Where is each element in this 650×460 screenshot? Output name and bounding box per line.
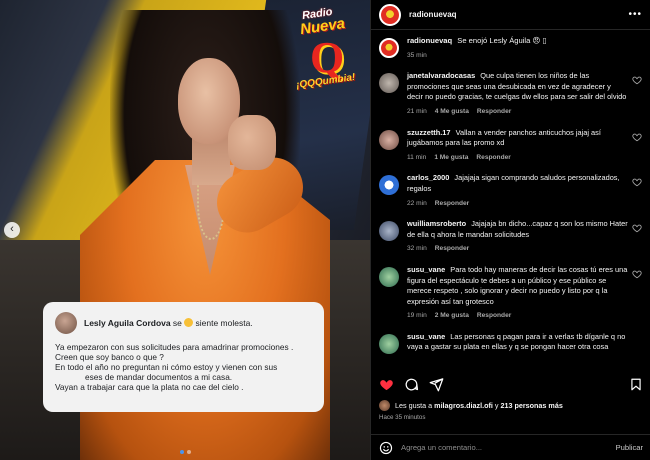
fb-line: eses de mandar documentos a mi casa. bbox=[85, 372, 233, 382]
carousel-dot bbox=[187, 450, 191, 454]
facebook-post-screenshot: Lesly Aguila Cordova se siente molesta. … bbox=[43, 302, 324, 412]
emoji-icon[interactable] bbox=[379, 441, 393, 455]
reply-button[interactable]: Responder bbox=[477, 107, 511, 118]
heart-icon[interactable] bbox=[632, 132, 642, 142]
comment-input[interactable] bbox=[401, 443, 608, 452]
caption-user[interactable]: radionuevaq bbox=[407, 36, 452, 45]
caption-time: 35 min bbox=[407, 51, 427, 59]
comment-time: 11 min bbox=[407, 153, 427, 161]
share-icon[interactable] bbox=[429, 377, 444, 392]
comment-item: szuzzetth.17 Vallan a vender panchos ant… bbox=[379, 128, 642, 164]
post-date: Hace 35 minutos bbox=[379, 414, 426, 421]
fb-line: En todo el año no preguntan ni cómo esto… bbox=[55, 362, 278, 372]
fb-feeling-prefix: se bbox=[172, 318, 182, 328]
fb-line: Creen que soy banco o que ? bbox=[55, 352, 164, 362]
comment-item: janetalvaradocasas Que culpa tienen los … bbox=[379, 71, 642, 117]
comment-user[interactable]: janetalvaradocasas bbox=[407, 71, 475, 80]
reply-button[interactable]: Responder bbox=[435, 244, 469, 255]
reply-button[interactable]: Responder bbox=[476, 153, 510, 164]
comment-user[interactable]: susu_vane bbox=[407, 332, 445, 341]
avatar[interactable] bbox=[379, 266, 399, 287]
likes-prefix: Les gusta a bbox=[395, 401, 433, 410]
carousel-dot-active bbox=[180, 450, 184, 454]
reply-button[interactable]: Responder bbox=[435, 199, 469, 210]
post-actions: Les gusta a milagros.diazl.ofi y 213 per… bbox=[371, 372, 650, 421]
previous-slide-button[interactable]: ‹ bbox=[4, 222, 20, 238]
fb-author-name: Lesly Aguila Cordova bbox=[84, 318, 171, 328]
post-caption: radionuevaq Se enojó Lesly Águila 😠 ▯ 35… bbox=[379, 36, 642, 61]
fb-post-body: Ya empezaron con sus solicitudes para am… bbox=[55, 342, 312, 392]
radio-nueva-q-logo: Radio Nueva Q ¡QQQumbia! bbox=[296, 6, 362, 102]
comment-item: wuilliamsroberto Jajajaja bn dicho...cap… bbox=[379, 219, 642, 255]
avatar[interactable] bbox=[379, 38, 399, 58]
person-hand bbox=[228, 115, 276, 170]
comment-user[interactable]: susu_vane bbox=[407, 265, 445, 274]
chevron-left-icon: ‹ bbox=[10, 223, 14, 235]
account-name[interactable]: radionuevaq bbox=[409, 10, 628, 19]
fb-line: Ya empezaron con sus solicitudes para am… bbox=[55, 342, 294, 352]
carousel-indicator bbox=[180, 450, 191, 454]
comment-item: susu_vane Para todo hay maneras de decir… bbox=[379, 265, 642, 322]
likes-mid: y bbox=[494, 401, 499, 410]
comment-time: 19 min bbox=[407, 312, 427, 320]
likes-summary[interactable]: Les gusta a milagros.diazl.ofi y 213 per… bbox=[379, 400, 643, 411]
avatar[interactable] bbox=[379, 221, 399, 242]
comment-time: 22 min bbox=[407, 199, 427, 207]
more-icon[interactable]: ••• bbox=[628, 9, 642, 20]
likes-user[interactable]: milagros.diazl.ofi bbox=[434, 401, 493, 410]
heart-icon[interactable] bbox=[632, 269, 642, 279]
avatar[interactable] bbox=[379, 73, 399, 94]
bookmark-icon[interactable] bbox=[629, 377, 643, 392]
fb-line: Vayan a trabajar cara que la plata no ca… bbox=[55, 382, 244, 392]
comment-user[interactable]: carlos_2000 bbox=[407, 173, 449, 182]
comment-item: carlos_2000 Jajajaja sigan comprando sal… bbox=[379, 173, 642, 209]
avatar[interactable] bbox=[379, 175, 399, 196]
comment-time: 21 min bbox=[407, 107, 427, 115]
post-side-panel: radionuevaq ••• radionuevaq Se enojó Les… bbox=[370, 0, 650, 460]
post-media[interactable]: Radio Nueva Q ¡QQQumbia! ‹ Lesly Aguila … bbox=[0, 0, 370, 460]
comment-item: susu_vane Las personas q pagan para ir a… bbox=[379, 332, 642, 354]
fb-feeling: siente molesta. bbox=[195, 318, 253, 328]
heart-icon[interactable] bbox=[632, 223, 642, 233]
heart-icon[interactable] bbox=[632, 177, 642, 187]
comment-icon[interactable] bbox=[404, 377, 419, 392]
post-header: radionuevaq ••• bbox=[371, 0, 650, 30]
instagram-post-view: Radio Nueva Q ¡QQQumbia! ‹ Lesly Aguila … bbox=[0, 0, 650, 460]
heart-icon[interactable] bbox=[379, 377, 394, 392]
comment-likes[interactable]: 2 Me gusta bbox=[435, 311, 469, 322]
caption-text: Se enojó Lesly Águila 😠 ▯ bbox=[457, 36, 547, 45]
account-avatar[interactable] bbox=[379, 3, 401, 26]
comments-list[interactable]: radionuevaq Se enojó Lesly Águila 😠 ▯ 35… bbox=[371, 30, 650, 372]
comment-composer: Publicar bbox=[371, 434, 650, 460]
avatar bbox=[379, 400, 390, 411]
avatar[interactable] bbox=[379, 333, 399, 354]
heart-icon[interactable] bbox=[632, 75, 642, 85]
publish-button[interactable]: Publicar bbox=[616, 443, 643, 452]
reply-button[interactable]: Responder bbox=[477, 311, 511, 322]
angry-emoji-icon bbox=[184, 318, 194, 327]
comment-likes[interactable]: 1 Me gusta bbox=[434, 153, 468, 164]
comment-user[interactable]: wuilliamsroberto bbox=[407, 219, 466, 228]
avatar bbox=[55, 312, 77, 334]
avatar[interactable] bbox=[379, 129, 399, 150]
comment-likes[interactable]: 4 Me gusta bbox=[435, 107, 469, 118]
comment-time: 32 min bbox=[407, 245, 427, 253]
likes-count[interactable]: 213 personas más bbox=[500, 401, 562, 410]
comment-user[interactable]: szuzzetth.17 bbox=[407, 128, 451, 137]
